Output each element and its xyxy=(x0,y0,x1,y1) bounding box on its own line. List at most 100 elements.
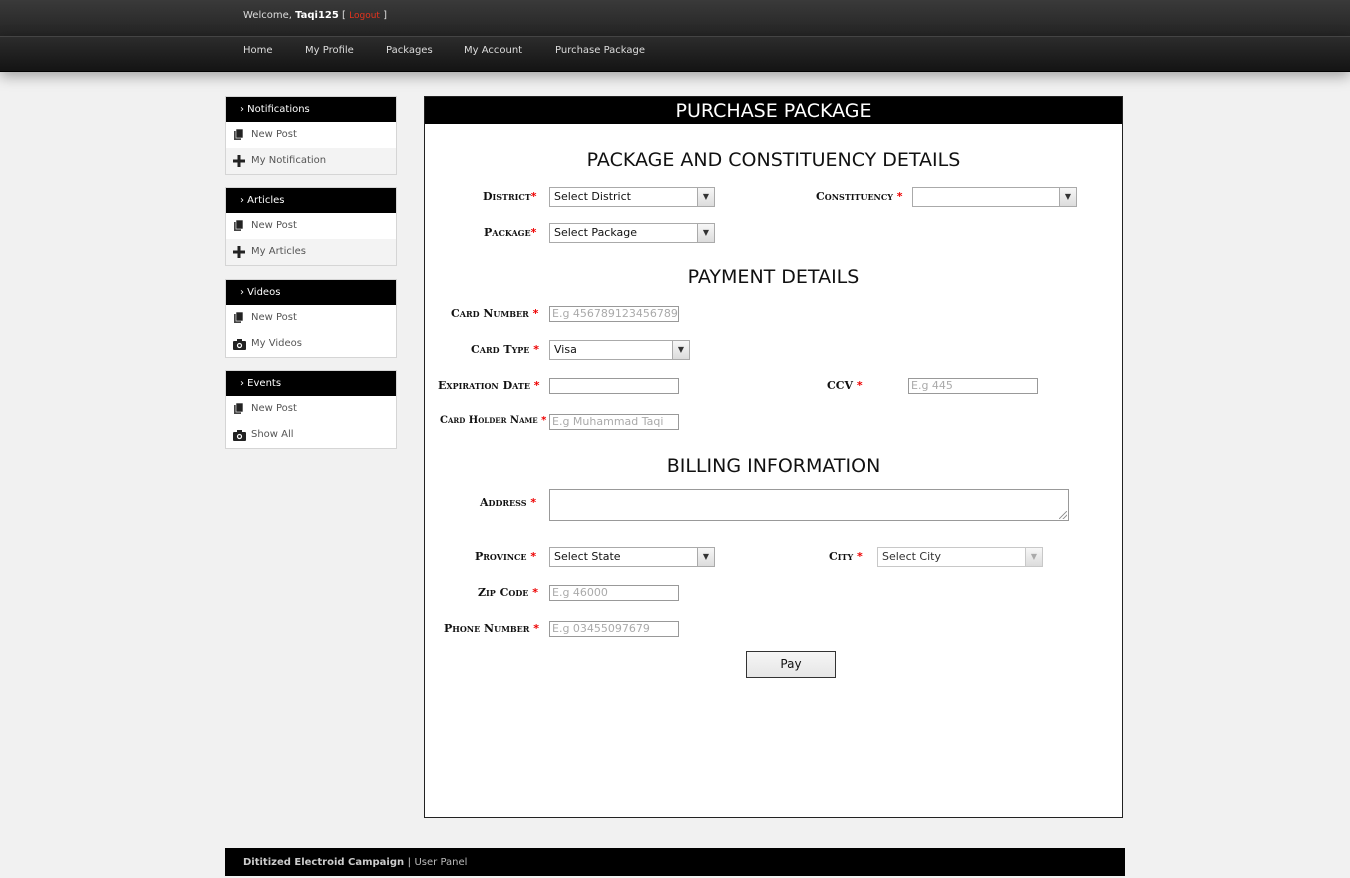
sidebar-item-label: My Notification xyxy=(251,155,327,166)
card-type-select-value: Visa xyxy=(554,343,577,356)
card-type-label-text: Card Type xyxy=(471,343,530,356)
address-label-text: Address xyxy=(480,496,527,509)
chevron-down-icon: ▼ xyxy=(697,548,714,566)
city-label-text: City xyxy=(829,550,854,563)
card-number-label-text: Card Number xyxy=(451,307,529,320)
card-holder-label: Card Holder Name * xyxy=(440,415,546,426)
plus-icon xyxy=(232,245,246,259)
ccv-input[interactable]: E.g 445 xyxy=(908,378,1038,394)
required-mark: * xyxy=(532,586,538,599)
section-title-package: PACKAGE AND CONSTITUENCY DETAILS xyxy=(586,149,961,171)
resize-handle-icon[interactable] xyxy=(1059,511,1067,519)
main-nav: Home My Profile Packages My Account Purc… xyxy=(0,36,1350,72)
required-mark: * xyxy=(856,379,863,392)
sidebar-videos-header[interactable]: › Videos xyxy=(226,280,396,305)
sidebar-events: › Events New Post Show All xyxy=(225,370,397,449)
purchase-package-panel: PURCHASE PACKAGE PACKAGE AND CONSTITUENC… xyxy=(424,96,1123,818)
district-label: District* xyxy=(483,190,537,203)
sidebar-item-label: My Videos xyxy=(251,338,302,349)
chevron-down-icon: ▼ xyxy=(697,224,714,242)
sidebar-item-label: New Post xyxy=(251,312,297,323)
sidebar-notifications: › Notifications New Post My Notification xyxy=(225,96,397,175)
expiration-date-label: Expiration Date * xyxy=(438,379,540,392)
required-mark: * xyxy=(857,550,863,563)
district-select[interactable]: Select District ▼ xyxy=(549,187,715,207)
required-mark: * xyxy=(533,343,539,356)
sidebar-item-new-post[interactable]: New Post xyxy=(226,213,396,239)
sidebar-videos: › Videos New Post My Videos xyxy=(225,279,397,358)
sidebar-item-label: New Post xyxy=(251,129,297,140)
username: Taqi125 xyxy=(295,10,339,21)
card-number-input[interactable]: E.g 4567891234567895 xyxy=(549,306,679,322)
sidebar-item-label: New Post xyxy=(251,220,297,231)
city-select[interactable]: Select City ▼ xyxy=(877,547,1043,567)
bracket-close: ] xyxy=(383,10,388,21)
section-title-payment: PAYMENT DETAILS xyxy=(687,266,860,288)
welcome-prefix: Welcome, xyxy=(243,10,292,21)
sidebar-notifications-header[interactable]: › Notifications xyxy=(226,97,396,122)
package-label: Package* xyxy=(484,226,536,239)
expiration-date-input[interactable] xyxy=(549,378,679,394)
province-select[interactable]: Select State ▼ xyxy=(549,547,715,567)
package-label-text: Package xyxy=(484,226,531,239)
sidebar-item-label: Show All xyxy=(251,429,294,440)
province-select-value: Select State xyxy=(554,550,621,563)
sidebar-item-my-notification[interactable]: My Notification xyxy=(226,148,396,174)
camera-icon xyxy=(232,428,246,442)
footer-section: User Panel xyxy=(414,857,468,868)
footer-text: Dititized Electroid Campaign | User Pane… xyxy=(243,848,467,878)
address-textarea[interactable] xyxy=(549,489,1069,521)
zip-code-label: Zip Code * xyxy=(478,586,538,599)
sidebar-item-new-post[interactable]: New Post xyxy=(226,396,396,422)
sidebar-articles: › Articles New Post My Articles xyxy=(225,187,397,266)
card-number-label: Card Number * xyxy=(451,307,538,320)
document-icon xyxy=(232,128,246,142)
document-icon xyxy=(232,219,246,233)
chevron-down-icon: ▼ xyxy=(1059,188,1076,206)
zip-code-label-text: Zip Code xyxy=(478,586,529,599)
card-type-label: Card Type * xyxy=(471,343,539,356)
phone-number-label-text: Phone Number xyxy=(444,622,530,635)
package-select[interactable]: Select Package ▼ xyxy=(549,223,715,243)
required-mark: * xyxy=(530,226,537,239)
constituency-select[interactable]: ▼ xyxy=(912,187,1077,207)
sidebar-item-new-post[interactable]: New Post xyxy=(226,305,396,331)
nav-my-account[interactable]: My Account xyxy=(464,45,522,56)
phone-number-input[interactable]: E.g 03455097679 xyxy=(549,621,679,637)
sidebar-events-header[interactable]: › Events xyxy=(226,371,396,396)
zip-code-input[interactable]: E.g 46000 xyxy=(549,585,679,601)
required-mark: * xyxy=(530,550,537,563)
sidebar-item-label: My Articles xyxy=(251,246,307,257)
required-mark: * xyxy=(530,190,537,203)
district-select-value: Select District xyxy=(554,190,631,203)
footer-brand: Dititized Electroid Campaign xyxy=(243,857,405,868)
document-icon xyxy=(232,402,246,416)
chevron-down-icon: ▼ xyxy=(672,341,689,359)
sidebar-item-my-articles[interactable]: My Articles xyxy=(226,239,396,265)
chevron-down-icon: ▼ xyxy=(697,188,714,206)
sidebar-item-my-videos[interactable]: My Videos xyxy=(226,331,396,357)
logout-link[interactable]: Logout xyxy=(349,11,380,21)
sidebar-articles-header[interactable]: › Articles xyxy=(226,188,396,213)
nav-my-profile[interactable]: My Profile xyxy=(305,45,354,56)
constituency-label: Constituency * xyxy=(816,190,903,203)
pay-button[interactable]: Pay xyxy=(746,651,836,678)
sidebar-item-show-all[interactable]: Show All xyxy=(226,422,396,448)
required-mark: * xyxy=(533,379,540,392)
welcome-message: Welcome, Taqi125 [ Logout ] xyxy=(243,10,387,21)
card-type-select[interactable]: Visa ▼ xyxy=(549,340,690,360)
required-mark: * xyxy=(541,415,547,426)
card-holder-input[interactable]: E.g Muhammad Taqi xyxy=(549,414,679,430)
ccv-label-text: CCV xyxy=(827,379,854,392)
document-icon xyxy=(232,311,246,325)
nav-purchase-package[interactable]: Purchase Package xyxy=(555,45,645,56)
nav-packages[interactable]: Packages xyxy=(386,45,433,56)
camera-icon xyxy=(232,337,246,351)
required-mark: * xyxy=(532,307,539,320)
nav-home[interactable]: Home xyxy=(243,45,273,56)
sidebar-item-new-post[interactable]: New Post xyxy=(226,122,396,148)
required-mark: * xyxy=(896,190,903,203)
city-label: City * xyxy=(829,550,863,563)
plus-icon xyxy=(232,154,246,168)
panel-title: PURCHASE PACKAGE xyxy=(425,97,1122,124)
